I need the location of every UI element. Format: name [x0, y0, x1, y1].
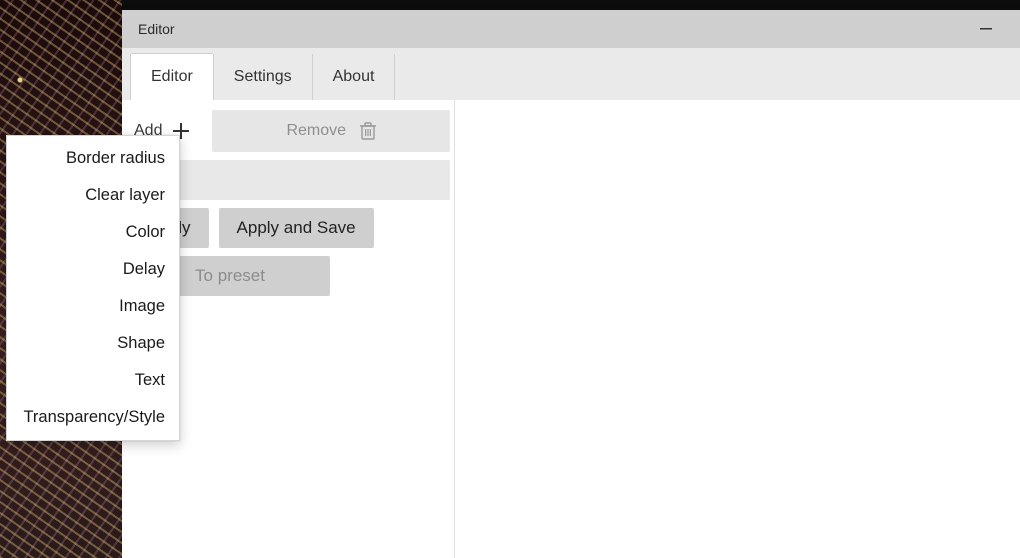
remove-button[interactable]: Remove [212, 110, 450, 152]
editor-window: Editor Editor Settings About Add [122, 10, 1020, 558]
minimize-icon [980, 23, 992, 35]
content-area: Add Remove [122, 100, 1020, 558]
tab-settings-label: Settings [234, 68, 292, 85]
menu-item-clear-layer[interactable]: Clear layer [7, 177, 179, 214]
tabstrip: Editor Settings About [122, 48, 1020, 100]
panel-divider [454, 100, 455, 558]
menu-item-delay[interactable]: Delay [7, 251, 179, 288]
to-preset-button-label: To preset [195, 266, 265, 285]
minimize-button[interactable] [964, 14, 1008, 44]
tab-about-label: About [333, 68, 375, 85]
tab-about[interactable]: About [313, 54, 396, 100]
menu-item-label: Transparency/Style [23, 408, 165, 426]
menu-item-transparency-style[interactable]: Transparency/Style [7, 399, 179, 436]
menu-item-shape[interactable]: Shape [7, 325, 179, 362]
tab-settings[interactable]: Settings [214, 54, 313, 100]
menu-item-label: Color [126, 223, 165, 241]
titlebar: Editor [122, 10, 1020, 48]
menu-item-label: Border radius [66, 149, 165, 167]
tab-editor-label: Editor [151, 68, 193, 85]
menu-item-border-radius[interactable]: Border radius [7, 140, 179, 177]
menu-item-color[interactable]: Color [7, 214, 179, 251]
menu-item-label: Shape [117, 334, 165, 352]
add-dropdown-menu: Border radius Clear layer Color Delay Im… [6, 135, 180, 441]
window-title: Editor [138, 21, 175, 37]
apply-and-save-button-label: Apply and Save [237, 218, 356, 237]
apply-and-save-button[interactable]: Apply and Save [219, 208, 374, 248]
menu-item-label: Clear layer [85, 186, 165, 204]
menu-item-label: Image [119, 297, 165, 315]
menu-item-image[interactable]: Image [7, 288, 179, 325]
trash-icon [360, 122, 376, 140]
window-top-edge [122, 0, 1020, 10]
menu-item-label: Text [135, 371, 165, 389]
tab-editor[interactable]: Editor [130, 53, 214, 101]
window-controls [964, 14, 1008, 44]
remove-button-label: Remove [286, 122, 346, 140]
menu-item-label: Delay [123, 260, 165, 278]
menu-item-text[interactable]: Text [7, 362, 179, 399]
